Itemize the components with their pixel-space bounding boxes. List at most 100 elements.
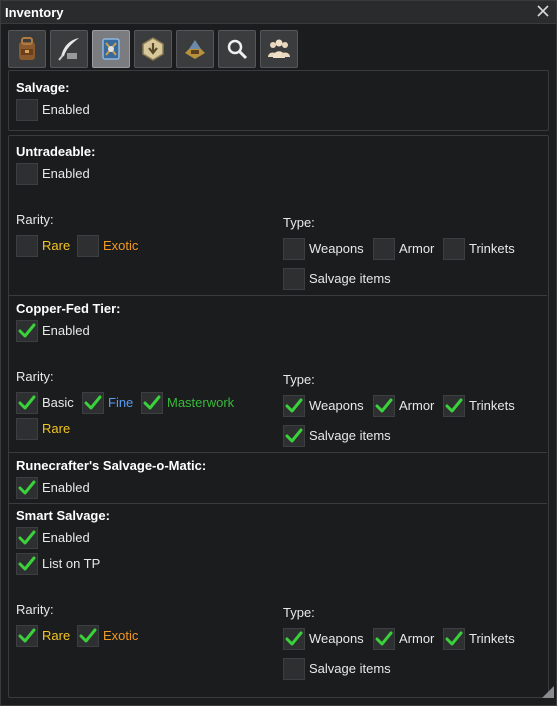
untradeable-salvage-items-option[interactable]: Salvage items	[283, 268, 403, 290]
inventory-window: Inventory Salvage: Enabled Untradeable: …	[0, 0, 557, 706]
smart-salvage-weapons-option[interactable]: Weapons	[283, 628, 371, 650]
checkmark-icon	[18, 628, 36, 643]
copper-fed-type-label: Type:	[283, 372, 315, 387]
salvage-enabled-checkbox[interactable]	[16, 99, 38, 121]
material-bag-icon	[185, 40, 205, 59]
smart-salvage-rarity-label: Rarity:	[16, 602, 54, 617]
magnifier-icon	[227, 39, 248, 60]
smart-salvage-exotic-option[interactable]: Exotic	[77, 625, 147, 647]
copper-fed-basic-checkbox[interactable]	[16, 392, 38, 414]
copper-fed-salvage-items-checkbox[interactable]	[283, 425, 305, 447]
untradeable-trinkets-checkbox[interactable]	[443, 238, 465, 260]
untradeable-enabled-checkbox[interactable]	[16, 163, 38, 185]
checkmark-icon	[285, 428, 303, 443]
smart-salvage-enabled-checkbox[interactable]	[16, 527, 38, 549]
copper-fed-masterwork-checkbox[interactable]	[141, 392, 163, 414]
tab-salvage[interactable]	[92, 30, 130, 68]
checkmark-icon	[285, 631, 303, 646]
deposit-icon	[142, 37, 164, 61]
copper-fed-salvage-items-option[interactable]: Salvage items	[283, 425, 403, 447]
smart-salvage-armor-checkbox[interactable]	[373, 628, 395, 650]
smart-salvage-salvage-items-checkbox[interactable]	[283, 658, 305, 680]
smart-salvage-type-label: Type:	[283, 605, 315, 620]
checkmark-icon	[143, 395, 161, 410]
untradeable-salvage-items-checkbox[interactable]	[283, 268, 305, 290]
checkmark-icon	[285, 398, 303, 413]
untradeable-weapons-option[interactable]: Weapons	[283, 238, 371, 260]
smart-salvage-salvage-items-option[interactable]: Salvage items	[283, 658, 403, 680]
close-icon[interactable]	[536, 4, 550, 18]
backpack-icon	[19, 37, 35, 60]
untradeable-exotic-option[interactable]: Exotic	[77, 235, 147, 257]
untradeable-rare-checkbox[interactable]	[16, 235, 38, 257]
section-divider	[9, 452, 547, 453]
untradeable-trinkets-option[interactable]: Trinkets	[443, 238, 523, 260]
copper-fed-fine-option[interactable]: Fine	[82, 392, 138, 414]
runecrafter-enabled-option[interactable]: Enabled	[16, 477, 136, 499]
quill-icon	[58, 38, 79, 61]
copper-fed-fine-checkbox[interactable]	[82, 392, 104, 414]
runecrafter-enabled-checkbox[interactable]	[16, 477, 38, 499]
tab-deposit[interactable]	[134, 30, 172, 68]
checkmark-icon	[18, 323, 36, 338]
section-divider	[9, 503, 547, 504]
untradeable-exotic-checkbox[interactable]	[77, 235, 99, 257]
untradeable-rare-option[interactable]: Rare	[16, 235, 76, 257]
salvage-heading: Salvage:	[16, 80, 70, 95]
smart-salvage-heading: Smart Salvage:	[16, 508, 110, 523]
untradeable-armor-checkbox[interactable]	[373, 238, 395, 260]
checkmark-icon	[445, 398, 463, 413]
smart-salvage-trinkets-option[interactable]: Trinkets	[443, 628, 523, 650]
smart-salvage-armor-option[interactable]: Armor	[373, 628, 441, 650]
smart-salvage-enabled-option[interactable]: Enabled	[16, 527, 136, 549]
untradeable-type-label: Type:	[283, 215, 315, 230]
untradeable-armor-option[interactable]: Armor	[373, 238, 441, 260]
copper-fed-weapons-checkbox[interactable]	[283, 395, 305, 417]
smart-salvage-list-on-tp-option[interactable]: List on TP	[16, 553, 136, 575]
tab-materials[interactable]	[176, 30, 214, 68]
copper-fed-weapons-option[interactable]: Weapons	[283, 395, 371, 417]
smart-salvage-list-on-tp-checkbox[interactable]	[16, 553, 38, 575]
resize-handle-icon[interactable]	[541, 685, 555, 704]
copper-fed-armor-checkbox[interactable]	[373, 395, 395, 417]
checkmark-icon	[18, 556, 36, 571]
copper-fed-trinkets-checkbox[interactable]	[443, 395, 465, 417]
salvage-enabled-option[interactable]: Enabled	[16, 99, 136, 121]
checkmark-icon	[445, 631, 463, 646]
tab-bar	[8, 30, 308, 68]
copper-fed-heading: Copper-Fed Tier:	[16, 301, 121, 316]
copper-fed-rare-option[interactable]: Rare	[16, 418, 76, 440]
copper-fed-enabled-option[interactable]: Enabled	[16, 320, 136, 342]
checkmark-icon	[375, 398, 393, 413]
tab-quill[interactable]	[50, 30, 88, 68]
checkmark-icon	[84, 395, 102, 410]
checkmark-icon	[375, 631, 393, 646]
copper-fed-rare-checkbox[interactable]	[16, 418, 38, 440]
smart-salvage-trinkets-checkbox[interactable]	[443, 628, 465, 650]
section-divider	[9, 295, 547, 296]
untradeable-rarity-label: Rarity:	[16, 212, 54, 227]
checkmark-icon	[18, 395, 36, 410]
checkmark-icon	[18, 530, 36, 545]
group-icon	[268, 39, 290, 58]
copper-fed-enabled-checkbox[interactable]	[16, 320, 38, 342]
tab-backpack[interactable]	[8, 30, 46, 68]
smart-salvage-weapons-checkbox[interactable]	[283, 628, 305, 650]
smart-salvage-exotic-checkbox[interactable]	[77, 625, 99, 647]
copper-fed-masterwork-option[interactable]: Masterwork	[141, 392, 241, 414]
copper-fed-armor-option[interactable]: Armor	[373, 395, 441, 417]
copper-fed-trinkets-option[interactable]: Trinkets	[443, 395, 523, 417]
untradeable-enabled-option[interactable]: Enabled	[16, 163, 136, 185]
checkmark-icon	[79, 628, 97, 643]
untradeable-weapons-checkbox[interactable]	[283, 238, 305, 260]
untradeable-heading: Untradeable:	[16, 144, 96, 159]
checkmark-icon	[18, 480, 36, 495]
tab-search[interactable]	[218, 30, 256, 68]
copper-fed-basic-option[interactable]: Basic	[16, 392, 80, 414]
smart-salvage-rare-checkbox[interactable]	[16, 625, 38, 647]
window-title: Inventory	[5, 5, 64, 20]
title-bar[interactable]: Inventory	[1, 1, 556, 24]
copper-fed-rarity-label: Rarity:	[16, 369, 54, 384]
tab-group[interactable]	[260, 30, 298, 68]
smart-salvage-rare-option[interactable]: Rare	[16, 625, 76, 647]
